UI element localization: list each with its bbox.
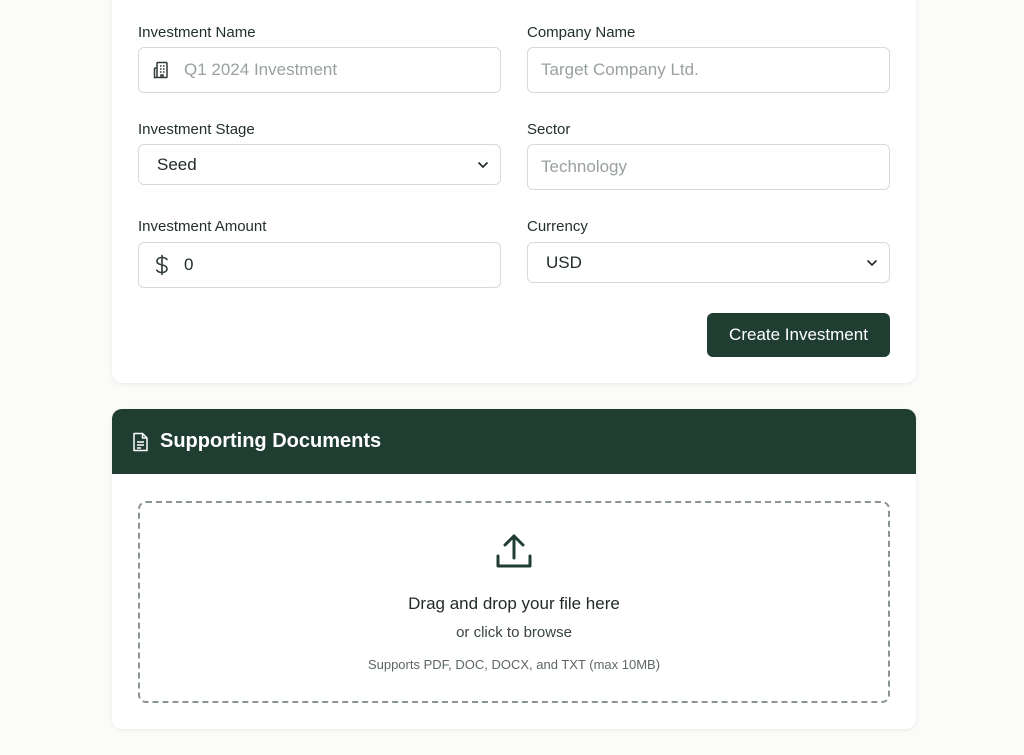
investment-name-input[interactable]: Q1 2024 Investment xyxy=(138,47,501,93)
dollar-icon xyxy=(153,254,171,276)
investment-name-field: Investment Name Q1 2024 Investment xyxy=(138,24,501,94)
company-name-field: Company Name Target Company Ltd. xyxy=(527,24,890,94)
investment-amount-value: 0 xyxy=(184,255,194,274)
dropzone-browse-text[interactable]: or click to browse xyxy=(456,624,572,641)
investment-stage-value: Seed xyxy=(157,154,197,174)
investment-name-label: Investment Name xyxy=(138,24,256,41)
document-icon xyxy=(132,432,150,452)
investment-amount-label: Investment Amount xyxy=(138,218,267,235)
chevron-down-icon xyxy=(865,256,879,270)
file-dropzone[interactable]: Drag and drop your file here or click to… xyxy=(138,501,890,703)
sector-placeholder: Technology xyxy=(541,157,628,176)
investment-stage-field: Investment Stage Seed xyxy=(138,121,501,187)
create-investment-button[interactable]: Create Investment xyxy=(707,313,890,357)
company-name-input[interactable]: Target Company Ltd. xyxy=(527,47,890,93)
currency-label: Currency xyxy=(527,218,588,235)
dropzone-title: Drag and drop your file here xyxy=(408,594,620,613)
upload-icon xyxy=(494,532,534,572)
company-name-label: Company Name xyxy=(527,24,636,41)
sector-label: Sector xyxy=(527,121,571,138)
investment-amount-input[interactable]: 0 xyxy=(138,242,501,288)
currency-value: USD xyxy=(546,252,582,272)
currency-select[interactable]: USD xyxy=(527,242,890,283)
company-name-placeholder: Target Company Ltd. xyxy=(541,60,699,79)
documents-title: Supporting Documents xyxy=(160,430,382,452)
chevron-down-icon xyxy=(476,158,490,172)
investment-stage-select[interactable]: Seed xyxy=(138,144,501,185)
dropzone-supported-formats: Supports PDF, DOC, DOCX, and TXT (max 10… xyxy=(367,657,661,672)
investment-amount-field: Investment Amount 0 xyxy=(138,218,501,288)
building-icon xyxy=(152,60,172,80)
documents-header: Supporting Documents xyxy=(112,409,916,474)
sector-input[interactable]: Technology xyxy=(527,144,890,190)
supporting-documents-card: Supporting Documents Drag and drop your … xyxy=(112,409,916,729)
currency-field: Currency USD xyxy=(527,218,890,284)
investment-name-placeholder: Q1 2024 Investment xyxy=(184,60,338,79)
sector-field: Sector Technology xyxy=(527,121,890,191)
investment-stage-label: Investment Stage xyxy=(138,121,255,138)
